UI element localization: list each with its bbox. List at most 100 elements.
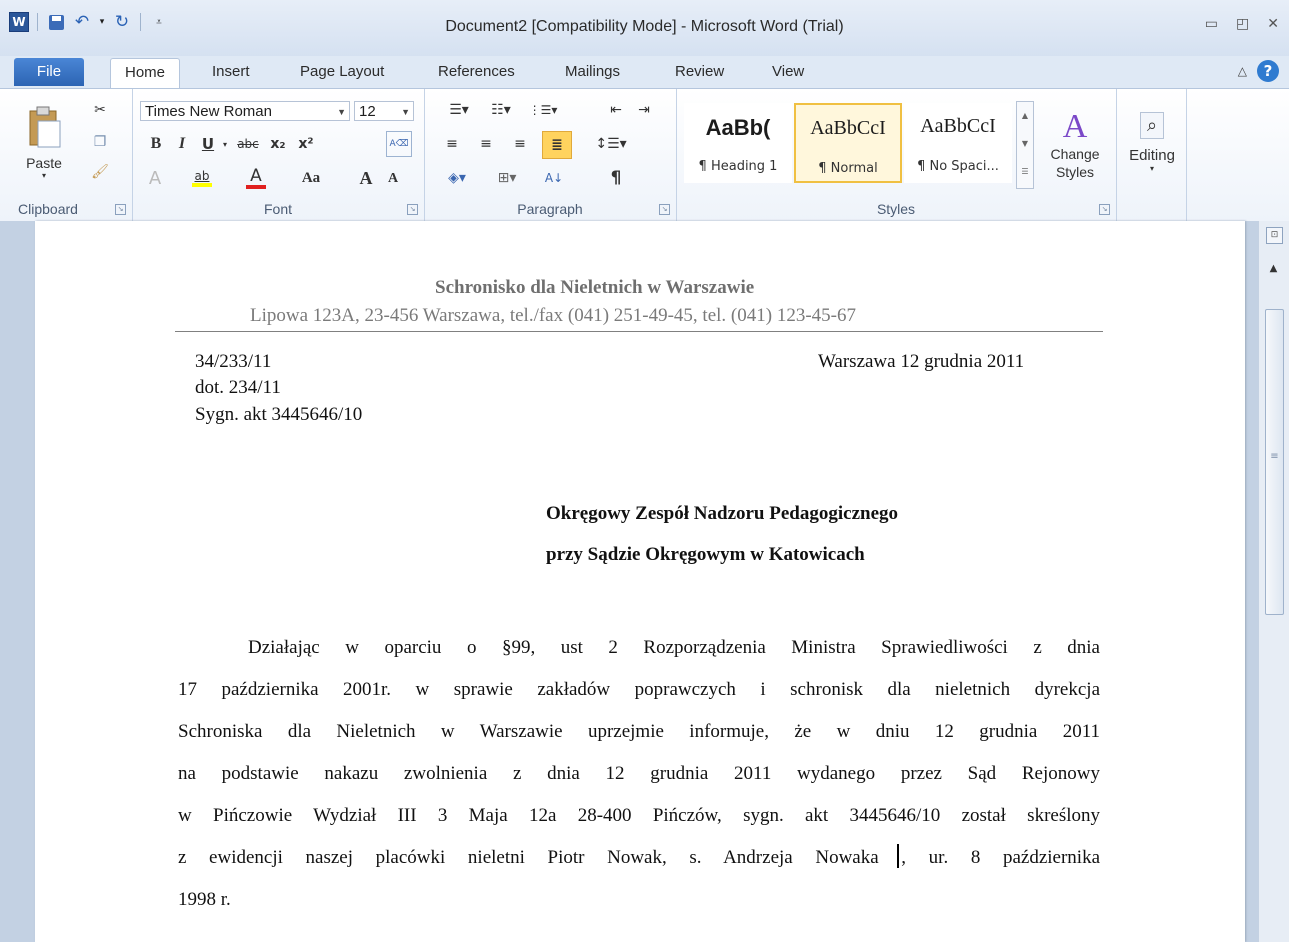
increase-indent-icon[interactable]: ⇥ xyxy=(632,99,656,121)
minimize-ribbon-icon[interactable]: △ xyxy=(1238,64,1247,78)
bullets-icon[interactable]: ☰▾ xyxy=(442,99,476,121)
strikethrough-button[interactable]: abc xyxy=(234,133,262,155)
addressee-line: Okręgowy Zespół Nadzoru Pedagogicznego xyxy=(546,503,899,524)
body-line: 17 października 2001r. w sprawie zakładó… xyxy=(178,679,1100,700)
copy-icon[interactable]: ❐ xyxy=(88,131,112,153)
align-left-icon[interactable]: ≡ xyxy=(440,133,464,155)
decrease-indent-icon[interactable]: ⇤ xyxy=(604,99,628,121)
align-right-icon[interactable]: ≡ xyxy=(508,133,532,155)
italic-button[interactable]: I xyxy=(172,133,192,155)
grow-font-button[interactable]: A xyxy=(356,167,376,189)
minimize-icon[interactable]: ▭ xyxy=(1205,16,1218,32)
styles-launcher-icon[interactable]: ↘ xyxy=(1099,204,1110,215)
tab-references[interactable]: References xyxy=(426,58,527,86)
font-size-value: 12 xyxy=(359,103,376,120)
styles-scroll-up-icon[interactable]: ▲ xyxy=(1017,102,1033,130)
styles-scroll[interactable]: ▲ ▼ ☰ xyxy=(1016,101,1034,189)
body-line: 1998 r. xyxy=(178,889,231,910)
clipboard-launcher-icon[interactable]: ↘ xyxy=(115,204,126,215)
tab-home[interactable]: Home xyxy=(110,58,180,89)
highlight-icon[interactable]: ab xyxy=(190,165,214,191)
font-name-combo[interactable]: Times New Roman ▼ xyxy=(140,101,350,121)
paste-button[interactable]: Paste ▾ xyxy=(18,97,70,187)
ribbon: Paste ▾ ✂ ❐ 🖌 Clipboard ↘ Times New Roma… xyxy=(0,88,1289,222)
paste-label: Paste xyxy=(26,154,62,171)
style-heading-1-label: ¶ Heading 1 xyxy=(698,159,778,174)
style-normal[interactable]: AaBbCcI ¶ Normal xyxy=(794,103,902,183)
paragraph-launcher-icon[interactable]: ↘ xyxy=(659,204,670,215)
line-spacing-icon[interactable]: ↕☰▾ xyxy=(594,133,628,155)
paste-dropdown-icon: ▾ xyxy=(41,170,46,180)
title-bar: W ↶ ▾ ↻ ⩡ Document2 [Compatibility Mode]… xyxy=(0,0,1289,56)
multilevel-list-icon[interactable]: ⋮☰▾ xyxy=(526,99,560,121)
help-icon[interactable]: ? xyxy=(1257,60,1279,82)
vertical-scrollbar[interactable]: ⊡ ▲ ≡ xyxy=(1258,221,1289,942)
show-marks-button[interactable]: ¶ xyxy=(604,167,628,189)
underline-button[interactable]: U xyxy=(198,133,218,155)
tab-file[interactable]: File xyxy=(14,58,84,86)
sort-icon[interactable]: A↓ xyxy=(542,167,566,189)
change-styles-button[interactable]: A Change Styles xyxy=(1040,99,1110,191)
bold-button[interactable]: B xyxy=(146,133,166,155)
text-effects-icon[interactable]: A xyxy=(144,167,166,189)
reference-regarding: dot. 234/11 xyxy=(195,377,281,398)
numbering-icon[interactable]: ☷▾ xyxy=(484,99,518,121)
subscript-button[interactable]: x₂ xyxy=(266,133,290,155)
superscript-button[interactable]: x² xyxy=(294,133,318,155)
borders-icon[interactable]: ⊞▾ xyxy=(490,167,524,189)
clear-formatting-icon[interactable]: A⌫ xyxy=(386,131,412,157)
scroll-grip-icon: ≡ xyxy=(1270,451,1279,462)
styles-scroll-down-icon[interactable]: ▼ xyxy=(1017,130,1033,158)
window-controls: ▭ ◰ ✕ xyxy=(1205,16,1279,32)
restore-icon[interactable]: ◰ xyxy=(1236,16,1249,32)
left-edge xyxy=(0,221,6,942)
editing-group: ⌕ Editing ▾ xyxy=(1116,89,1187,221)
body-line: Schroniska dla Nieletnich w Warszawie up… xyxy=(178,721,1100,742)
close-icon[interactable]: ✕ xyxy=(1267,16,1279,32)
body-line: z ewidencji naszej placówki nieletni Pio… xyxy=(178,847,1100,868)
scroll-thumb[interactable]: ≡ xyxy=(1265,309,1284,615)
tab-page-layout[interactable]: Page Layout xyxy=(288,58,396,86)
scroll-up-icon[interactable]: ▲ xyxy=(1266,263,1281,277)
reference-number: 34/233/11 xyxy=(195,351,272,372)
font-launcher-icon[interactable]: ↘ xyxy=(407,204,418,215)
letter-date: Warszawa 12 grudnia 2011 xyxy=(818,351,1025,372)
tab-mailings[interactable]: Mailings xyxy=(553,58,632,86)
editing-button[interactable]: ⌕ Editing ▾ xyxy=(1124,97,1180,187)
style-normal-label: ¶ Normal xyxy=(818,161,878,176)
document-page[interactable] xyxy=(35,221,1245,942)
font-size-combo[interactable]: 12 ▼ xyxy=(354,101,414,121)
body-line: w Pińczowie Wydział III 3 Maja 12a 28-40… xyxy=(178,805,1100,826)
align-center-icon[interactable]: ≡ xyxy=(474,133,498,155)
cut-icon[interactable]: ✂ xyxy=(88,99,112,121)
format-painter-icon[interactable]: 🖌 xyxy=(88,161,112,183)
change-styles-label: Change Styles xyxy=(1050,146,1100,180)
letterhead-address: Lipowa 123A, 23-456 Warszawa, tel./fax (… xyxy=(250,305,856,326)
window-title: Document2 [Compatibility Mode] - Microso… xyxy=(445,18,844,35)
font-group-label: Font xyxy=(263,201,292,217)
change-case-button[interactable]: Aa xyxy=(296,167,326,189)
style-no-spacing[interactable]: AaBbCcI ¶ No Spaci... xyxy=(904,103,1012,183)
shrink-font-button[interactable]: A xyxy=(384,169,402,189)
font-color-icon[interactable]: A xyxy=(244,165,268,191)
tab-insert[interactable]: Insert xyxy=(200,58,262,86)
tab-review[interactable]: Review xyxy=(663,58,736,86)
body-line: Działając w oparciu o §99, ust 2 Rozporz… xyxy=(248,637,1100,658)
view-ruler-icon[interactable]: ⊡ xyxy=(1266,227,1283,244)
binoculars-icon: ⌕ xyxy=(1139,111,1165,139)
styles-more-icon[interactable]: ☰ xyxy=(1017,158,1033,186)
letterhead-divider xyxy=(175,331,1103,332)
document-workspace xyxy=(0,221,1289,942)
underline-dropdown-icon[interactable]: ▾ xyxy=(220,133,230,155)
tab-view[interactable]: View xyxy=(760,58,816,86)
justify-icon[interactable]: ≣ xyxy=(542,131,572,159)
styles-group-label: Styles xyxy=(876,201,916,217)
style-no-spacing-label: ¶ No Spaci... xyxy=(917,159,999,174)
editing-label: Editing xyxy=(1129,146,1175,164)
style-heading-1[interactable]: AaBb( ¶ Heading 1 xyxy=(684,103,792,183)
case-signature: Sygn. akt 3445646/10 xyxy=(195,404,363,425)
help-area: △ ? xyxy=(1238,60,1279,82)
style-normal-preview: AaBbCcI xyxy=(810,117,886,139)
addressee-line: przy Sądzie Okręgowym w Katowicach xyxy=(546,544,865,565)
shading-icon[interactable]: ◈▾ xyxy=(440,167,474,189)
